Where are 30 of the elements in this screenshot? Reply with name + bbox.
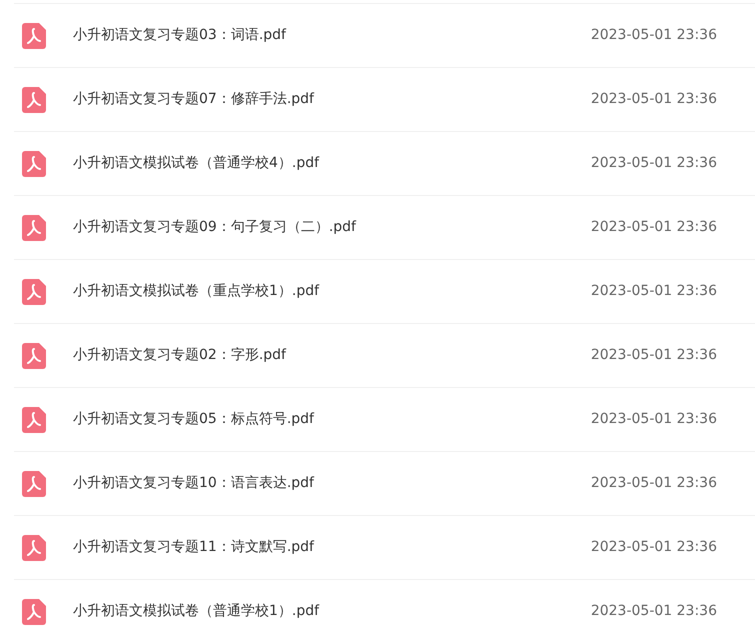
file-name[interactable]: 小升初语文模拟试卷（重点学校1）.pdf xyxy=(73,281,563,302)
pdf-file-icon xyxy=(22,86,46,112)
pdf-file-icon xyxy=(22,598,46,624)
file-date: 2023-05-01 23:36 xyxy=(590,26,717,45)
pdf-file-icon xyxy=(22,534,46,560)
file-name[interactable]: 小升初语文复习专题05：标点符号.pdf xyxy=(73,409,563,430)
pdf-file-icon xyxy=(22,406,46,432)
pdf-file-icon xyxy=(22,22,46,48)
file-name[interactable]: 小升初语文模拟试卷（普通学校4）.pdf xyxy=(73,153,563,174)
file-name[interactable]: 小升初语文复习专题10：语言表达.pdf xyxy=(73,473,563,494)
pdf-file-icon xyxy=(22,150,46,176)
file-date: 2023-05-01 23:36 xyxy=(590,538,717,557)
file-name[interactable]: 小升初语文复习专题02：字形.pdf xyxy=(73,345,563,366)
file-date: 2023-05-01 23:36 xyxy=(590,218,717,237)
file-date: 2023-05-01 23:36 xyxy=(590,346,717,365)
file-name[interactable]: 小升初语文复习专题09：句子复习（二）.pdf xyxy=(73,217,563,238)
file-date: 2023-05-01 23:36 xyxy=(590,90,717,109)
file-name[interactable]: 小升初语文模拟试卷（普通学校1）.pdf xyxy=(73,601,563,622)
pdf-file-icon xyxy=(22,214,46,240)
file-date: 2023-05-01 23:36 xyxy=(590,602,717,621)
file-date: 2023-05-01 23:36 xyxy=(590,154,717,173)
file-date: 2023-05-01 23:36 xyxy=(590,410,717,429)
file-name[interactable]: 小升初语文复习专题07：修辞手法.pdf xyxy=(73,89,563,110)
file-date: 2023-05-01 23:36 xyxy=(590,474,717,493)
pdf-file-icon xyxy=(22,278,46,304)
file-name[interactable]: 小升初语文复习专题11：诗文默写.pdf xyxy=(73,537,563,558)
pdf-file-icon xyxy=(22,470,46,496)
file-name[interactable]: 小升初语文复习专题03：词语.pdf xyxy=(73,25,563,46)
pdf-file-icon xyxy=(22,342,46,368)
file-date: 2023-05-01 23:36 xyxy=(590,282,717,301)
